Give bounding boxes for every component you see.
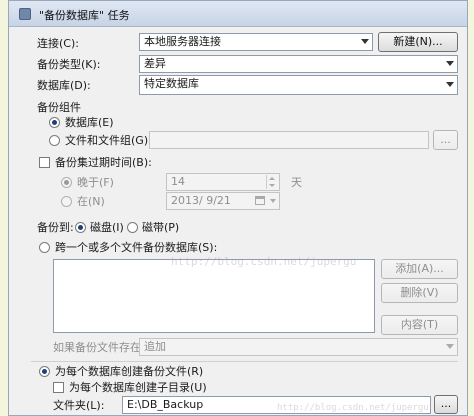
watermark-bottom: http://blog.csdn.net/jupergu: [277, 403, 429, 413]
connection-combo[interactable]: 本地服务器连接: [139, 33, 373, 51]
database-combo[interactable]: 特定数据库: [139, 75, 458, 95]
disk-label: 磁盘(I): [90, 221, 124, 234]
per-db-file-label: 为每个数据库创建备份文件(R): [55, 365, 204, 378]
calendar-icon: [255, 196, 265, 205]
components-group-label: 备份组件: [37, 101, 81, 114]
expire-days-value: 14: [171, 175, 185, 188]
chevron-down-icon: [446, 61, 454, 66]
chevron-down-icon: [446, 82, 454, 87]
expire-days-unit: 天: [291, 176, 302, 189]
expire-checkbox[interactable]: [39, 157, 50, 168]
folder-value: E:\DB_Backup: [127, 398, 204, 411]
chevron-down-icon: [270, 199, 276, 203]
connection-label: 连接(C):: [37, 37, 79, 50]
per-db-file-radio[interactable]: [39, 366, 50, 377]
folder-label: 文件夹(L):: [53, 399, 105, 412]
expire-days-field[interactable]: 14: [166, 173, 280, 191]
add-file-button[interactable]: 添加(A)...: [381, 259, 458, 279]
expire-on-label: 在(N): [77, 195, 105, 208]
database-component-radio[interactable]: [49, 117, 60, 128]
backup-to-label: 备份到:: [37, 221, 74, 234]
connection-value: 本地服务器连接: [144, 35, 221, 48]
expire-after-label: 晚于(F): [77, 176, 114, 189]
expire-date-value: 2013/ 9/21: [171, 194, 231, 207]
window-title: "备份数据库" 任务: [39, 9, 130, 22]
remove-file-button[interactable]: 删除(V): [381, 283, 458, 303]
backup-files-list[interactable]: [53, 259, 375, 333]
backup-type-value: 差异: [144, 57, 166, 70]
chevron-down-icon: [361, 39, 369, 44]
contents-button[interactable]: 内容(T): [381, 315, 458, 335]
spinner-icon: [266, 175, 278, 189]
chevron-down-icon: [446, 344, 454, 349]
backup-task-window: "备份数据库" 任务 连接(C): 本地服务器连接 新建(N)... 备份类型(…: [8, 0, 468, 416]
section-divider: [31, 361, 458, 362]
files-component-label: 文件和文件组(G):: [65, 134, 152, 147]
stripe-files-radio[interactable]: [39, 242, 50, 253]
subdir-label: 为每个数据库创建子目录(U): [69, 381, 207, 394]
title-bar: "备份数据库" 任务: [9, 1, 467, 27]
expire-label: 备份集过期时间(B):: [55, 156, 152, 169]
if-exists-value: 追加: [144, 340, 166, 353]
database-label: 数据库(D):: [37, 79, 91, 92]
files-component-radio[interactable]: [49, 135, 60, 146]
filegroups-browse-button[interactable]: ...: [433, 130, 458, 150]
new-connection-button[interactable]: 新建(N)...: [378, 32, 458, 52]
stripe-files-label: 跨一个或多个文件备份数据库(S):: [55, 241, 218, 254]
window-icon: [19, 8, 31, 20]
backup-type-label: 备份类型(K):: [37, 58, 101, 71]
dialog-content: 连接(C): 本地服务器连接 新建(N)... 备份类型(K): 差异 数据库(…: [9, 27, 467, 415]
filegroups-field: [149, 131, 429, 149]
database-component-label: 数据库(E): [65, 116, 114, 129]
subdir-checkbox[interactable]: [53, 382, 64, 393]
tape-label: 磁带(P): [142, 221, 180, 234]
watermark-center: http://blog.csdn.net/jupergu: [171, 255, 357, 268]
database-value: 特定数据库: [144, 77, 199, 90]
expire-on-radio[interactable]: [61, 196, 72, 207]
disk-radio[interactable]: [75, 222, 86, 233]
tape-radio[interactable]: [127, 222, 138, 233]
backup-type-combo[interactable]: 差异: [139, 55, 458, 73]
expire-after-radio[interactable]: [61, 177, 72, 188]
expire-date-field[interactable]: 2013/ 9/21: [166, 192, 280, 210]
folder-browse-button[interactable]: ...: [434, 395, 458, 414]
if-exists-combo[interactable]: 追加: [139, 338, 458, 356]
